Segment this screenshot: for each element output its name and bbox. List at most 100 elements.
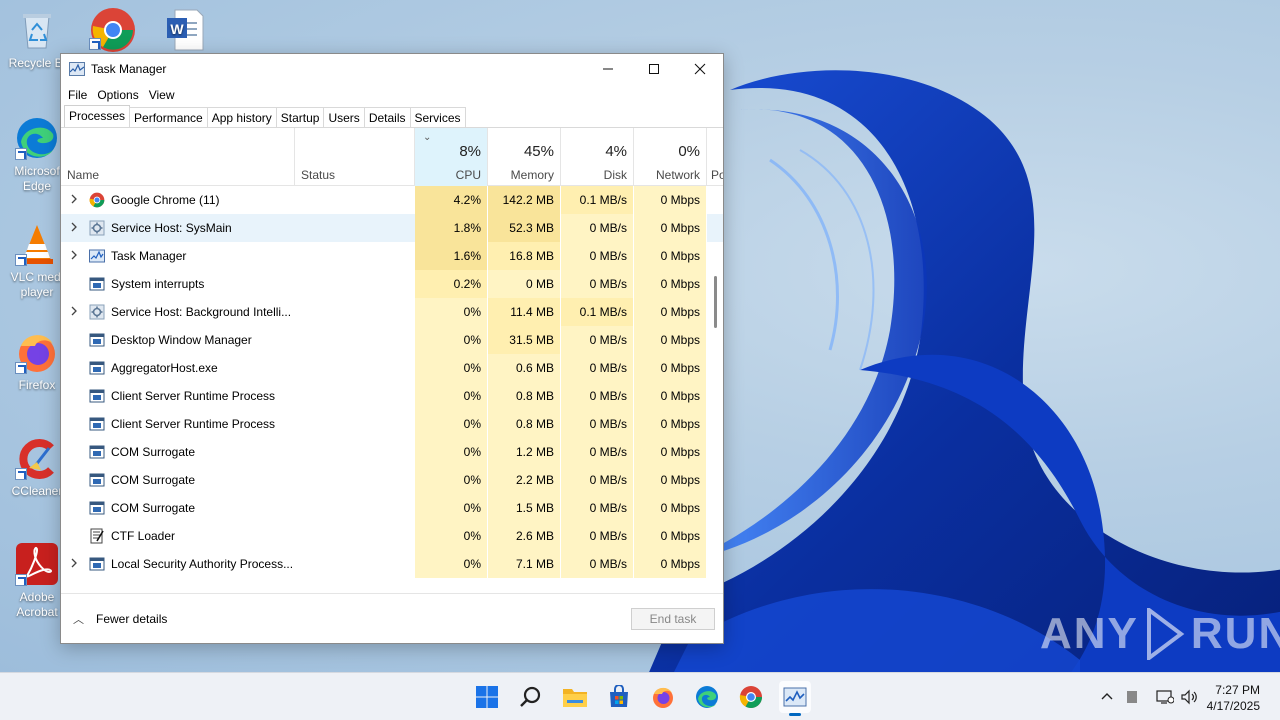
shortcut-arrow-icon	[89, 38, 101, 50]
process-memory-cell: 0 MB	[488, 270, 561, 298]
table-row[interactable]: Service Host: SysMain 1.8% 52.3 MB 0 MB/s 0 …	[61, 214, 723, 242]
menu-view[interactable]: View	[144, 88, 180, 102]
process-name: Local Security Authority Process...	[111, 557, 294, 571]
table-row[interactable]: Client Server Runtime Process 0% 0.8 MB 0 M…	[61, 382, 723, 410]
search-button[interactable]	[515, 681, 547, 713]
chrome-taskbar-button[interactable]	[735, 681, 767, 713]
minimize-button[interactable]	[585, 54, 631, 84]
table-row[interactable]: COM Surrogate 0% 1.5 MB 0 MB/s 0 Mbps	[61, 494, 723, 522]
close-button[interactable]	[677, 54, 723, 84]
tab-processes[interactable]: Processes	[64, 105, 131, 127]
chevron-right-icon[interactable]	[69, 558, 79, 568]
tab-users[interactable]: Users	[323, 107, 365, 127]
column-header-power[interactable]: Po	[707, 128, 723, 186]
watermark: ANY RUN	[1040, 608, 1280, 660]
start-icon	[476, 686, 498, 708]
column-percent: 8%	[459, 143, 481, 160]
process-status-cell	[295, 270, 415, 298]
fewer-details-button[interactable]: ︿ Fewer details	[73, 611, 167, 627]
table-row[interactable]: COM Surrogate 0% 2.2 MB 0 MB/s 0 Mbps	[61, 466, 723, 494]
task-manager-window: Task Manager File Options View Processes…	[60, 53, 724, 644]
chevron-right-icon[interactable]	[69, 222, 79, 232]
column-header-cpu[interactable]: ⌄ 8% CPU	[415, 128, 488, 186]
process-cpu-cell: 0%	[415, 522, 488, 550]
task-manager-taskbar-button[interactable]	[779, 681, 811, 716]
process-disk-cell: 0 MB/s	[561, 214, 634, 242]
network-icon[interactable]	[1156, 689, 1174, 705]
process-name-cell: Desktop Window Manager	[61, 326, 295, 354]
column-header-name[interactable]: Name	[61, 128, 295, 186]
menu-file[interactable]: File	[63, 88, 92, 102]
tab-details[interactable]: Details	[363, 107, 411, 127]
process-name: System interrupts	[111, 277, 205, 291]
gear-icon	[89, 220, 105, 236]
vertical-scrollbar[interactable]	[714, 276, 717, 328]
table-row[interactable]: Desktop Window Manager 0% 31.5 MB 0 MB/s 0 M…	[61, 326, 723, 354]
process-disk-cell: 0 MB/s	[561, 522, 634, 550]
watermark-text-right: RUN	[1190, 609, 1280, 658]
process-disk-cell: 0 MB/s	[561, 550, 634, 578]
column-header-network[interactable]: 0% Network	[634, 128, 707, 186]
process-name-cell: COM Surrogate	[61, 494, 295, 522]
tab-performance[interactable]: Performance	[129, 107, 208, 127]
table-header: Name Status ⌄ 8% CPU 45% Memory 4% Disk …	[61, 128, 723, 186]
column-header-status[interactable]: Status	[295, 128, 415, 186]
table-row[interactable]: Client Server Runtime Process 0% 0.8 MB 0 M…	[61, 410, 723, 438]
process-memory-cell: 11.4 MB	[488, 298, 561, 326]
column-header-disk[interactable]: 4% Disk	[561, 128, 634, 186]
tab-startup[interactable]: Startup	[275, 107, 325, 127]
process-cpu-cell: 0%	[415, 410, 488, 438]
maximize-button[interactable]	[631, 54, 677, 84]
process-memory-cell: 142.2 MB	[488, 186, 561, 214]
process-table: Name Status ⌄ 8% CPU 45% Memory 4% Disk …	[61, 128, 723, 578]
column-header-memory[interactable]: 45% Memory	[488, 128, 561, 186]
start-button[interactable]	[471, 681, 503, 713]
volume-icon[interactable]	[1180, 689, 1198, 705]
process-name-cell: COM Surrogate	[61, 466, 295, 494]
table-row[interactable]: COM Surrogate 0% 1.2 MB 0 MB/s 0 Mbps	[61, 438, 723, 466]
process-memory-cell: 52.3 MB	[488, 214, 561, 242]
process-status-cell	[295, 410, 415, 438]
chevron-right-icon[interactable]	[69, 250, 79, 260]
chevron-up-icon[interactable]	[1100, 690, 1114, 704]
shortcut-arrow-icon	[15, 254, 27, 266]
task-manager-icon	[783, 687, 807, 707]
battery-icon[interactable]	[1126, 690, 1138, 704]
maximize-icon	[649, 64, 659, 74]
end-task-button[interactable]: End task	[631, 608, 715, 630]
clock[interactable]: 7:27 PM 4/17/2025	[1207, 682, 1260, 714]
process-memory-cell: 0.8 MB	[488, 410, 561, 438]
window-icon	[89, 472, 105, 488]
process-name-cell: Service Host: Background Intelli...	[61, 298, 295, 326]
process-network-cell: 0 Mbps	[634, 242, 707, 270]
process-network-cell: 0 Mbps	[634, 550, 707, 578]
menu-options[interactable]: Options	[92, 88, 143, 102]
tab-services[interactable]: Services	[409, 107, 466, 127]
ccleaner-icon	[15, 436, 59, 480]
store-button[interactable]	[603, 681, 635, 713]
table-row[interactable]: Service Host: Background Intelli... 0% 11.…	[61, 298, 723, 326]
firefox-taskbar-button[interactable]	[647, 681, 679, 713]
play-icon	[1146, 608, 1185, 660]
table-row[interactable]: AggregatorHost.exe 0% 0.6 MB 0 MB/s 0 Mbps	[61, 354, 723, 382]
process-name: Desktop Window Manager	[111, 333, 252, 347]
table-row[interactable]: Task Manager 1.6% 16.8 MB 0 MB/s 0 Mbps	[61, 242, 723, 270]
file-explorer-button[interactable]	[559, 681, 591, 713]
table-row[interactable]: System interrupts 0.2% 0 MB 0 MB/s 0 Mbps	[61, 270, 723, 298]
taskbar: 7:27 PM 4/17/2025	[0, 672, 1280, 720]
process-memory-cell: 16.8 MB	[488, 242, 561, 270]
title-bar[interactable]: Task Manager	[61, 54, 723, 84]
table-row[interactable]: Google Chrome (11) 4.2% 142.2 MB 0.1 MB/s 0 …	[61, 186, 723, 214]
process-status-cell	[295, 354, 415, 382]
tab-app-history[interactable]: App history	[206, 107, 277, 127]
process-status-cell	[295, 186, 415, 214]
process-memory-cell: 2.6 MB	[488, 522, 561, 550]
process-cpu-cell: 1.6%	[415, 242, 488, 270]
chevron-right-icon[interactable]	[69, 194, 79, 204]
edge-taskbar-button[interactable]	[691, 681, 723, 713]
desktop-icon-word-document[interactable]: W	[148, 8, 222, 56]
table-row[interactable]: Local Security Authority Process... 0% 7.1…	[61, 550, 723, 578]
chevron-right-icon[interactable]	[69, 306, 79, 316]
table-row[interactable]: CTF Loader 0% 2.6 MB 0 MB/s 0 Mbps	[61, 522, 723, 550]
desktop-icon-chrome[interactable]	[74, 6, 148, 54]
